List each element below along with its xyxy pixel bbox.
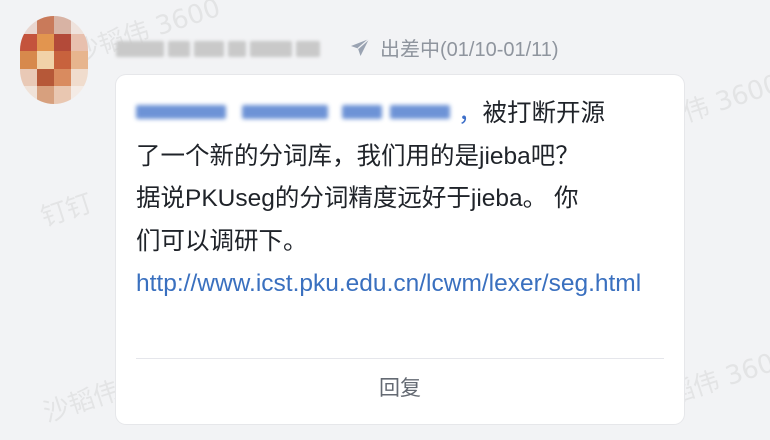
- mention-redacted[interactable]: [136, 101, 454, 123]
- reply-button[interactable]: 回复: [116, 372, 684, 402]
- watermark: 钉钉: [37, 188, 97, 234]
- message-link[interactable]: http://www.icst.pku.edu.cn/lcwm/lexer/se…: [136, 270, 641, 297]
- mention-comma: ，: [458, 100, 483, 127]
- sender-name-redacted[interactable]: [116, 36, 326, 62]
- message-line: 们可以调研下。: [136, 227, 308, 255]
- divider: [136, 358, 664, 359]
- status-text: 出差中(01/10-01/11): [380, 39, 559, 61]
- airplane-icon: [348, 36, 372, 60]
- message-bubble: ，被打断开源 了一个新的分词库，我们用的是jieba吧？ 据说PKUseg的分词…: [116, 75, 684, 424]
- sender-status: 出差中(01/10-01/11): [348, 33, 559, 62]
- message-text: ，被打断开源 了一个新的分词库，我们用的是jieba吧？ 据说PKUseg的分词…: [136, 93, 664, 306]
- message-line: 据说PKUseg的分词精度远好于jieba。 你: [136, 185, 579, 212]
- avatar[interactable]: [20, 16, 88, 104]
- message-line: 了一个新的分词库，我们用的是jieba吧？: [136, 142, 580, 170]
- message-line: 被打断开源: [482, 100, 606, 127]
